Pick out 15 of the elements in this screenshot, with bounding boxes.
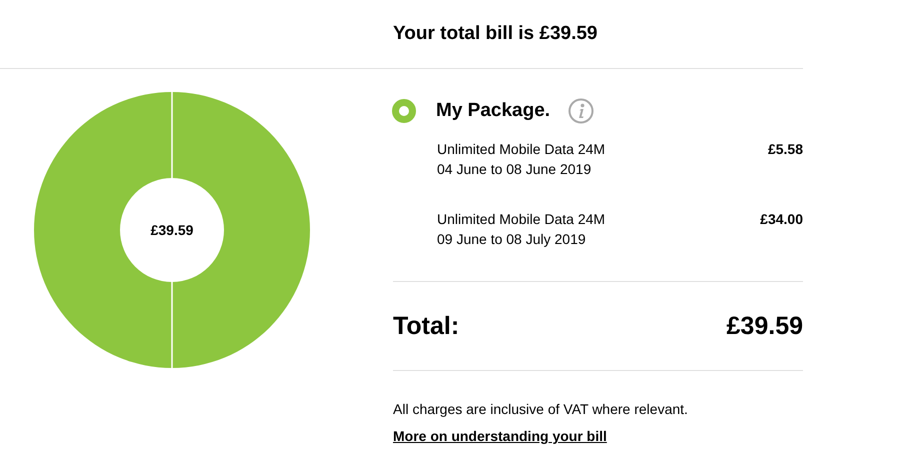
package-title: My Package. <box>436 100 550 122</box>
item-amount: £34.00 <box>760 211 803 229</box>
bill-title: Your total bill is £39.59 <box>393 23 598 45</box>
total-amount: £39.59 <box>726 312 803 340</box>
item-name: Unlimited Mobile Data 24M <box>437 211 606 227</box>
info-icon[interactable] <box>568 98 594 124</box>
donut-center-label: £39.59 <box>150 222 194 238</box>
package-radio[interactable] <box>392 99 416 123</box>
total-label: Total: <box>393 312 460 340</box>
item-name: Unlimited Mobile Data 24M <box>437 141 606 157</box>
item-amount: £5.58 <box>768 141 803 159</box>
bill-help-link[interactable]: More on understanding your bill <box>393 428 607 444</box>
item-period: 09 June to 08 July 2019 <box>437 231 587 247</box>
vat-note: All charges are inclusive of VAT where relevant. <box>393 401 689 417</box>
item-period: 04 June to 08 June 2019 <box>437 161 592 177</box>
